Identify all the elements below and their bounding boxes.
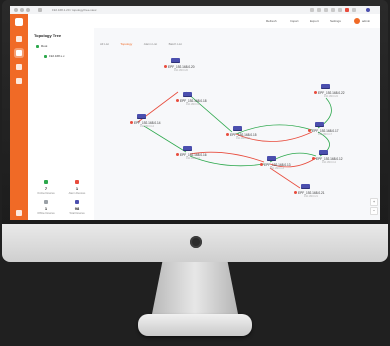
zoom-in-button[interactable]: + (370, 198, 378, 206)
back-icon[interactable] (14, 8, 18, 12)
apple-logo-dot (190, 236, 202, 248)
monitor-stand (152, 262, 238, 314)
extension-icon[interactable] (331, 8, 335, 12)
status-dot (260, 163, 263, 166)
panel-title: Topology Tree (34, 33, 62, 38)
switch-icon (183, 146, 192, 151)
stat-offline: 1 Offline Devices (31, 200, 61, 215)
status-dot (294, 191, 297, 194)
stat-alarm: 1 Alarm Devices (62, 180, 92, 195)
app-header: Refresh Import Export Settings admin (28, 14, 380, 29)
status-dot (312, 157, 315, 160)
online-icon (44, 180, 48, 184)
settings-button[interactable]: Settings (330, 19, 341, 23)
extension-icon[interactable] (310, 8, 314, 12)
switch-icon (319, 150, 328, 155)
switch-icon (137, 114, 146, 119)
stat-online: 7 Online Devices (31, 180, 61, 195)
link-ok[interactable] (189, 155, 265, 167)
status-dot (176, 99, 179, 102)
import-button[interactable]: Import (290, 19, 299, 23)
status-dot (164, 65, 167, 68)
forward-icon[interactable] (20, 8, 24, 12)
folder-icon (36, 44, 39, 48)
tree-item-root[interactable]: Root (36, 44, 47, 48)
link-alarm[interactable] (269, 167, 301, 189)
extension-icon[interactable] (352, 8, 356, 12)
topology-canvas[interactable]: All List Topology Alarm List Batch List … (94, 28, 380, 220)
stat-total: 98 Total Devices (62, 200, 92, 215)
nav-search-icon[interactable] (16, 64, 22, 70)
link-ok[interactable] (185, 91, 233, 133)
monitor-stand-base (138, 314, 252, 336)
switch-icon (183, 92, 192, 97)
network-icon (44, 54, 47, 58)
reload-icon[interactable] (26, 8, 30, 12)
switch-icon (267, 156, 276, 161)
nav-tree-icon[interactable] (16, 50, 22, 56)
app-logo (15, 18, 23, 26)
switch-icon (233, 126, 242, 131)
link-ok[interactable] (143, 125, 187, 153)
avatar[interactable] (354, 18, 360, 24)
status-dot (176, 153, 179, 156)
profile-icon[interactable] (366, 8, 370, 12)
extension-icon[interactable] (338, 8, 342, 12)
extension-icon[interactable] (324, 8, 328, 12)
nav-rail (10, 14, 28, 220)
tree-item-subnet[interactable]: 192.168.x.x (44, 54, 65, 58)
extension-icon[interactable] (345, 8, 349, 12)
user-name[interactable]: admin (362, 19, 370, 23)
nav-settings-icon[interactable] (16, 210, 22, 216)
status-dot (314, 91, 317, 94)
zoom-out-button[interactable]: − (370, 207, 378, 215)
nav-topology-icon[interactable] (16, 36, 22, 42)
extension-icon[interactable] (317, 8, 321, 12)
switch-icon (321, 84, 330, 89)
refresh-button[interactable]: Refresh (266, 19, 277, 23)
device-icon (75, 200, 79, 204)
status-dot (226, 133, 229, 136)
switch-icon (315, 122, 324, 127)
switch-icon (301, 184, 310, 189)
status-dot (130, 121, 133, 124)
switch-icon (171, 58, 180, 63)
export-button[interactable]: Export (310, 19, 319, 23)
home-icon[interactable] (38, 8, 42, 12)
address-bar[interactable]: 192.168.1.20 / topology/tree-view (52, 8, 96, 12)
status-dot (308, 129, 311, 132)
nav-alarm-icon[interactable] (16, 78, 22, 84)
app-screen: 192.168.1.20 / topology/tree-view Refres… (10, 6, 380, 220)
alarm-icon (75, 180, 79, 184)
link-ok[interactable] (269, 152, 317, 163)
offline-icon (44, 200, 48, 204)
topology-tree-panel: Topology Tree Root 192.168.x.x 7 Online … (28, 28, 95, 220)
